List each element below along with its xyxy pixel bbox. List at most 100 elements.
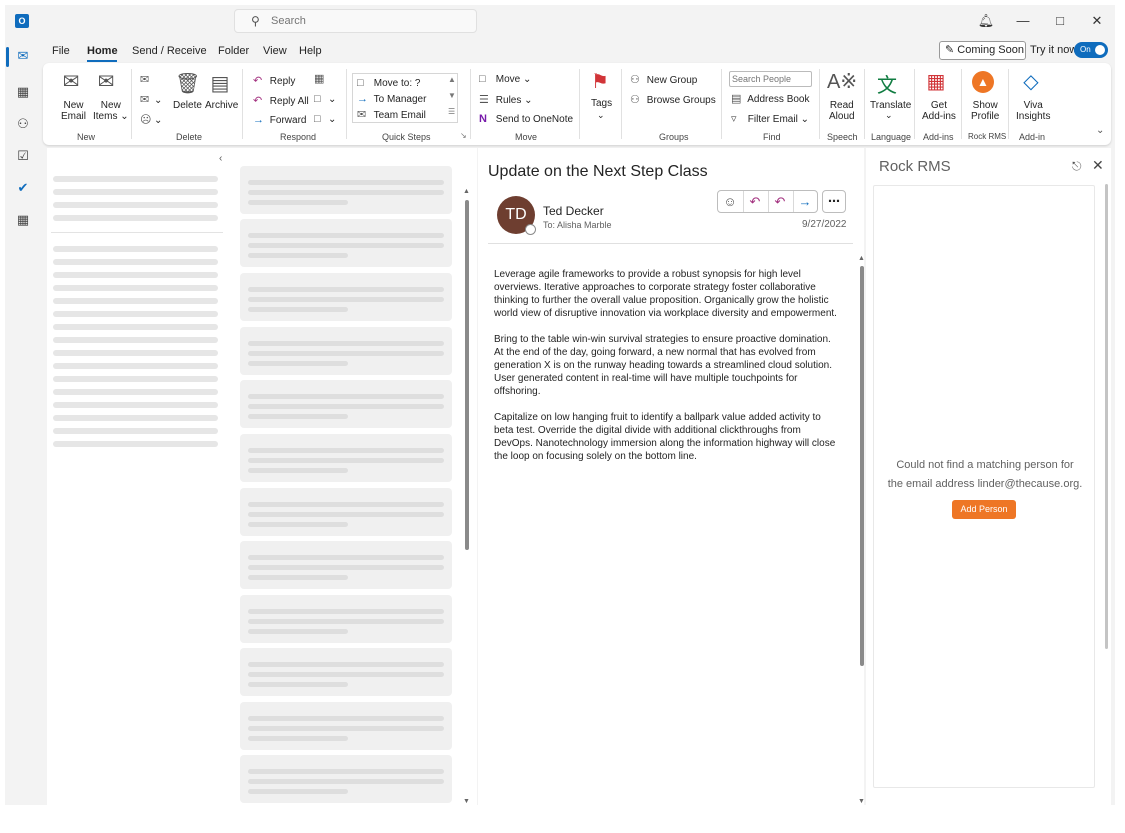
quick-step-to-manager[interactable]: → To Manager xyxy=(357,93,426,105)
list-item[interactable] xyxy=(240,219,452,267)
read-aloud-icon[interactable]: A※ xyxy=(827,69,857,94)
quick-steps-scroll-down[interactable]: ▼ xyxy=(448,91,456,100)
pin-icon[interactable]: ⎋ xyxy=(1072,159,1082,174)
more-respond-icon[interactable]: □ ⌄ xyxy=(314,113,336,125)
list-item[interactable] xyxy=(240,755,452,803)
tab-folder[interactable]: Folder xyxy=(218,45,249,57)
junk-icon[interactable]: ☹ ⌄ xyxy=(140,113,162,126)
get-addins-button[interactable]: Get Add-ins xyxy=(922,100,956,122)
apps-icon[interactable]: ▦ xyxy=(12,209,34,231)
message-list-scrollbar[interactable] xyxy=(465,200,469,550)
move-button[interactable]: □ Move ⌄ xyxy=(479,73,531,85)
ribbon-collapse-icon[interactable]: ⌄ xyxy=(1096,125,1104,136)
get-addins-icon[interactable]: ▦ xyxy=(923,69,949,94)
filter-email-button[interactable]: ▿ Filter Email ⌄ xyxy=(731,112,809,125)
quick-step-move-to[interactable]: □ Move to: ? xyxy=(357,77,420,89)
cleanup-icon[interactable]: ✉ ⌄ xyxy=(140,93,162,106)
sender-name[interactable]: Ted Decker xyxy=(543,204,604,218)
scroll-up-arrow[interactable]: ▲ xyxy=(463,188,470,195)
minimize-icon[interactable]: — xyxy=(1013,12,1033,30)
list-item[interactable] xyxy=(240,541,452,589)
quick-steps-expand[interactable]: ☰ xyxy=(448,107,455,116)
tab-file[interactable]: File xyxy=(52,45,70,57)
tab-view[interactable]: View xyxy=(263,45,287,57)
new-email-icon[interactable]: ✉ xyxy=(58,69,84,94)
bell-icon[interactable]: 🔔︎ xyxy=(976,12,996,30)
list-item[interactable] xyxy=(240,273,452,321)
calendar-icon[interactable]: ▦ xyxy=(12,81,34,103)
coming-soon-button[interactable]: ✎ Coming Soon xyxy=(939,41,1026,60)
try-it-toggle[interactable]: On xyxy=(1074,42,1108,58)
list-item[interactable] xyxy=(240,166,452,214)
ignore-icon[interactable]: ✉ xyxy=(140,73,154,86)
new-email-button[interactable]: New Email xyxy=(61,100,86,122)
list-item[interactable] xyxy=(240,648,452,696)
address-book-button[interactable]: ▤ Address Book xyxy=(731,92,810,105)
list-item[interactable] xyxy=(240,595,452,643)
maximize-icon[interactable]: □ xyxy=(1050,12,1070,30)
toggle-label: On xyxy=(1080,45,1091,54)
todo-icon[interactable]: ✔ xyxy=(12,177,34,199)
search-input[interactable] xyxy=(271,13,461,29)
reading-scroll-down-arrow[interactable]: ▼ xyxy=(858,798,865,805)
separator xyxy=(914,69,915,139)
reply-action-icon[interactable]: ↶ xyxy=(743,193,767,211)
skeleton-line xyxy=(53,189,218,195)
send-to-onenote-button[interactable]: N Send to OneNote xyxy=(479,113,573,125)
translate-icon[interactable]: 文 xyxy=(874,69,900,98)
reading-scroll-up-arrow[interactable]: ▲ xyxy=(858,255,865,262)
add-person-button[interactable]: Add Person xyxy=(952,500,1016,519)
collapse-folder-pane-icon[interactable]: ‹ xyxy=(219,153,222,164)
list-item[interactable] xyxy=(240,434,452,482)
addin-scrollbar[interactable] xyxy=(1105,184,1108,649)
flag-icon[interactable]: ⚑ xyxy=(589,69,611,94)
archive-icon[interactable]: ▤ xyxy=(209,71,231,96)
new-items-icon[interactable]: ✉ xyxy=(93,69,119,94)
tags-button[interactable]: Tags xyxy=(591,98,612,109)
translate-dropdown-icon[interactable]: ⌄ xyxy=(885,110,893,121)
quick-step-team-email[interactable]: ✉ Team Email xyxy=(357,108,426,121)
reply-button[interactable]: ↶ Reply xyxy=(253,74,295,87)
list-item[interactable] xyxy=(240,380,452,428)
skeleton-line xyxy=(53,259,218,265)
read-aloud-button[interactable]: Read Aloud xyxy=(829,100,855,122)
list-item[interactable] xyxy=(240,488,452,536)
reply-all-action-icon[interactable]: ↶ xyxy=(768,193,792,211)
tab-help[interactable]: Help xyxy=(299,45,322,57)
quick-steps-launcher-icon[interactable]: ↘ xyxy=(460,131,467,140)
tab-home[interactable]: Home xyxy=(87,45,118,57)
show-profile-button[interactable]: Show Profile xyxy=(971,100,999,122)
rock-rms-icon[interactable]: ▲ xyxy=(970,69,996,93)
list-item[interactable] xyxy=(240,702,452,750)
rules-icon: ☰ xyxy=(479,94,489,106)
forward-button[interactable]: → Forward xyxy=(253,114,306,126)
reply-all-button[interactable]: ↶ Reply All xyxy=(253,94,309,107)
mail-icon[interactable]: ✉ xyxy=(12,45,34,67)
tags-dropdown-icon[interactable]: ⌄ xyxy=(597,110,605,121)
more-actions-icon[interactable]: ⋯ xyxy=(822,190,846,213)
viva-insights-icon[interactable]: ◇ xyxy=(1018,69,1044,94)
forward-action-icon[interactable]: → xyxy=(793,193,817,211)
close-addin-icon[interactable]: ✕ xyxy=(1092,157,1104,174)
trash-icon[interactable]: 🗑︎ xyxy=(175,71,200,96)
search-box[interactable]: ⚲ xyxy=(234,9,477,33)
new-group-button[interactable]: ⚇ New Group xyxy=(630,73,697,86)
new-items-button[interactable]: New Items ⌄ xyxy=(93,100,129,122)
people-icon[interactable]: ⚇ xyxy=(12,113,34,135)
browse-groups-button[interactable]: ⚇ Browse Groups xyxy=(630,93,716,106)
emoji-reaction-icon[interactable]: ☺ xyxy=(718,193,742,211)
search-people-input[interactable] xyxy=(729,71,812,87)
quick-steps-scroll-up[interactable]: ▲ xyxy=(448,75,456,84)
delete-button[interactable]: Delete xyxy=(173,100,202,111)
tab-send-receive[interactable]: Send / Receive xyxy=(132,45,207,57)
tasks-icon[interactable]: ☑ xyxy=(12,145,34,167)
reading-pane-scrollbar[interactable] xyxy=(860,266,864,666)
meeting-icon[interactable]: ▦ xyxy=(314,72,328,85)
list-item[interactable] xyxy=(240,327,452,375)
archive-button[interactable]: Archive xyxy=(205,100,238,111)
scroll-down-arrow[interactable]: ▼ xyxy=(463,798,470,805)
viva-insights-button[interactable]: Viva Insights xyxy=(1016,100,1050,122)
im-icon[interactable]: □ ⌄ xyxy=(314,93,336,105)
close-icon[interactable]: ✕ xyxy=(1087,12,1107,30)
rules-button[interactable]: ☰ Rules ⌄ xyxy=(479,93,533,106)
